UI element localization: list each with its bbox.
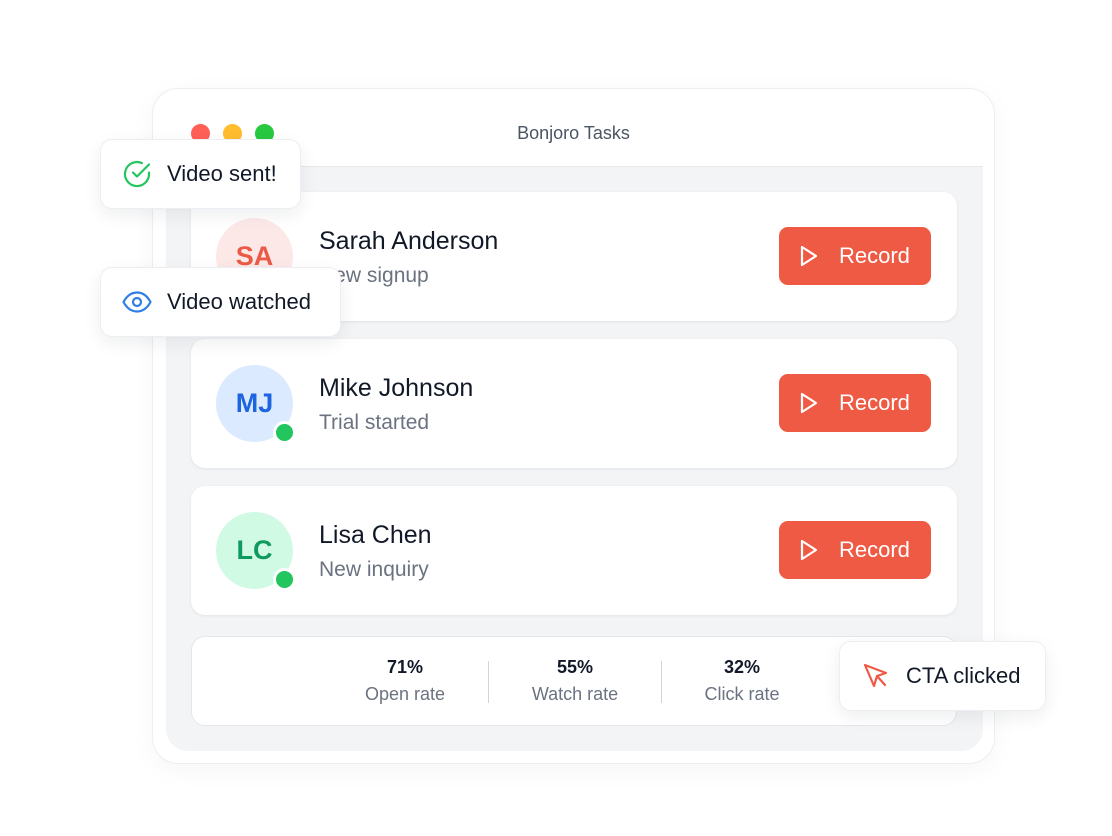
record-button[interactable]: Record — [779, 521, 931, 579]
video-sent-notification: Video sent! — [100, 139, 301, 209]
task-card: LC Lisa Chen New inquiry Record — [191, 486, 957, 615]
cursor-click-icon — [860, 660, 892, 692]
contact-name: Sarah Anderson — [319, 227, 499, 255]
contact-name: Mike Johnson — [319, 374, 474, 402]
eye-icon — [121, 286, 153, 318]
record-button-label: Record — [839, 243, 910, 268]
notification-text: Video watched — [167, 289, 311, 314]
stat-value: 55% — [556, 657, 594, 677]
avatar: MJ — [216, 365, 296, 444]
play-icon — [799, 392, 819, 414]
stat-label: Click rate — [704, 684, 780, 704]
online-status-dot — [273, 421, 296, 444]
stat-label: Open rate — [364, 684, 446, 704]
stat-open-rate: 71% Open rate — [325, 657, 485, 705]
avatar-initials: LC — [236, 535, 273, 565]
record-button[interactable]: Record — [779, 227, 931, 285]
video-watched-notification: Video watched — [100, 267, 341, 337]
check-circle-icon — [121, 158, 153, 190]
stat-value: 71% — [386, 657, 424, 677]
play-icon — [799, 539, 819, 561]
avatar-initials: MJ — [235, 388, 274, 418]
notification-text: Video sent! — [167, 161, 277, 186]
contact-status: New inquiry — [319, 558, 429, 581]
notification-text: CTA clicked — [906, 663, 1021, 688]
task-card: MJ Mike Johnson Trial started Record — [191, 339, 957, 468]
record-button-label: Record — [839, 537, 910, 562]
record-button-label: Record — [839, 390, 910, 415]
online-status-dot — [273, 568, 296, 591]
play-icon — [799, 245, 819, 267]
contact-status: Trial started — [319, 411, 430, 434]
stat-divider — [488, 661, 489, 703]
avatar: LC — [216, 512, 296, 591]
cta-clicked-notification: CTA clicked — [839, 641, 1046, 711]
record-button[interactable]: Record — [779, 374, 931, 432]
stat-value: 32% — [723, 657, 761, 677]
stat-label: Watch rate — [531, 684, 619, 704]
contact-name: Lisa Chen — [319, 521, 432, 549]
stat-click-rate: 32% Click rate — [662, 657, 822, 705]
stat-watch-rate: 55% Watch rate — [495, 657, 655, 705]
